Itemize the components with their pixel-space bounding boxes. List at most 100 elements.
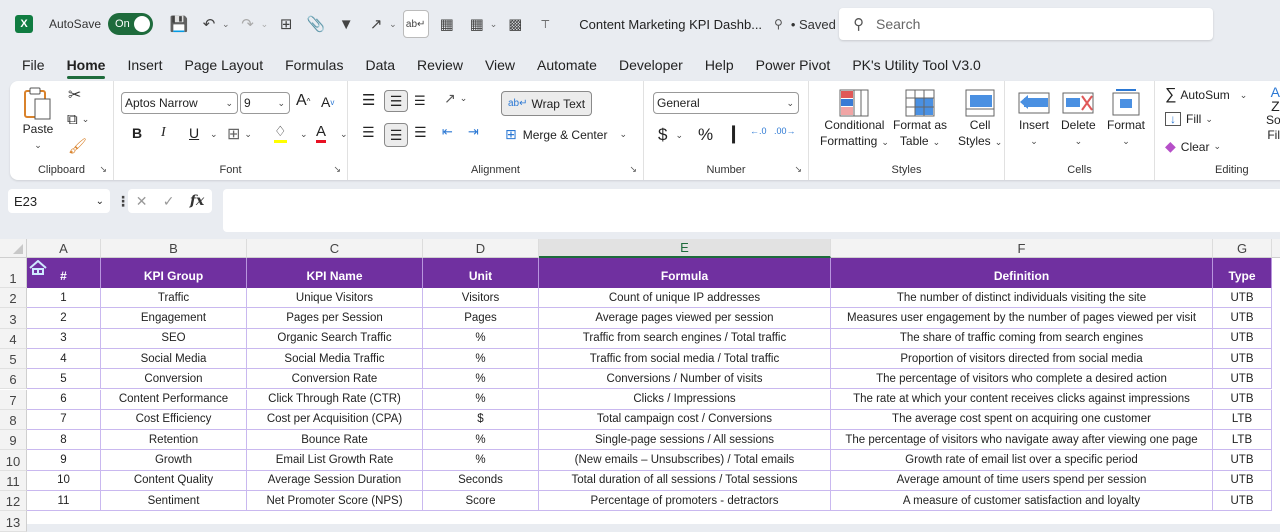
decrease-indent-icon[interactable]: ⇤ bbox=[442, 124, 453, 140]
cell-styles-button[interactable]: Cell Styles ⌄ bbox=[958, 89, 1002, 150]
home-icon[interactable] bbox=[29, 260, 47, 276]
cell-f-7[interactable]: The rate at which your content receives … bbox=[831, 389, 1213, 410]
tab-view[interactable]: View bbox=[485, 50, 515, 80]
tab-power-pivot[interactable]: Power Pivot bbox=[756, 50, 831, 80]
tab-automate[interactable]: Automate bbox=[537, 50, 597, 80]
cell-b-9[interactable]: Retention bbox=[101, 430, 247, 451]
align-right-icon[interactable]: ☰ bbox=[414, 124, 427, 141]
name-box[interactable]: E23 ⌄ bbox=[8, 189, 110, 213]
wrap-text-button[interactable]: ab↵ Wrap Text bbox=[501, 91, 593, 116]
cell-a-3[interactable]: 2 bbox=[27, 308, 101, 329]
cell-g-7[interactable]: UTB bbox=[1213, 389, 1272, 410]
cell-b-6[interactable]: Conversion bbox=[101, 369, 247, 390]
enter-icon[interactable]: ✓ bbox=[163, 193, 175, 210]
tab-pk-utility-tool[interactable]: PK's Utility Tool V3.0 bbox=[852, 50, 980, 80]
calculator-icon[interactable]: ▦ bbox=[465, 12, 489, 36]
number-format-dropdown[interactable]: General ⌄ bbox=[653, 92, 799, 114]
cell-c-6[interactable]: Conversion Rate bbox=[247, 369, 423, 390]
cell-g-6[interactable]: UTB bbox=[1213, 369, 1272, 390]
row-header-3[interactable]: 3 bbox=[0, 308, 27, 329]
cell-a-9[interactable]: 8 bbox=[27, 430, 101, 451]
cell-c-5[interactable]: Social Media Traffic bbox=[247, 348, 423, 370]
cell-d-2[interactable]: Visitors bbox=[423, 288, 539, 309]
paste-dropdown-icon[interactable]: ⌄ bbox=[34, 137, 42, 153]
calculate-now-icon[interactable]: ▩ bbox=[503, 12, 527, 36]
decrease-decimal-button[interactable]: .00→ bbox=[774, 127, 796, 136]
cell-c-10[interactable]: Email List Growth Rate bbox=[247, 450, 423, 471]
cell-g-11[interactable]: UTB bbox=[1213, 470, 1272, 491]
formula-input[interactable] bbox=[223, 189, 1280, 232]
grow-font-button[interactable]: A ^ bbox=[296, 92, 310, 110]
cell-d-12[interactable]: Score bbox=[423, 491, 539, 512]
row-header-10[interactable]: 10 bbox=[0, 450, 27, 471]
borders-button[interactable]: ⊞ ⌄ bbox=[227, 124, 252, 144]
cell-c-12[interactable]: Net Promoter Score (NPS) bbox=[247, 491, 423, 512]
share-icon[interactable]: ↗ bbox=[364, 12, 388, 36]
redo-icon[interactable]: ↷ bbox=[236, 12, 260, 36]
tab-formulas[interactable]: Formulas bbox=[285, 50, 343, 80]
row-header-2[interactable]: 2 bbox=[0, 288, 27, 309]
cell-a-11[interactable]: 10 bbox=[27, 470, 101, 491]
align-middle-icon[interactable]: ☰ bbox=[384, 90, 408, 112]
cell-c-4[interactable]: Organic Search Traffic bbox=[247, 328, 423, 349]
tab-file[interactable]: File bbox=[22, 50, 45, 80]
cell-e-11[interactable]: Total duration of all sessions / Total s… bbox=[539, 470, 831, 491]
cell-f-12[interactable]: A measure of customer satisfaction and l… bbox=[831, 491, 1213, 512]
cell-d-9[interactable]: % bbox=[423, 430, 539, 451]
coauthor-icon[interactable]: ⚲ bbox=[774, 17, 783, 31]
cell-a-4[interactable]: 3 bbox=[27, 328, 101, 349]
undo-icon[interactable]: ↶ bbox=[197, 12, 221, 36]
cell-d-6[interactable]: % bbox=[423, 369, 539, 390]
row-header-4[interactable]: 4 bbox=[0, 328, 27, 349]
bold-button[interactable]: B bbox=[132, 125, 142, 141]
cell-c-7[interactable]: Click Through Rate (CTR) bbox=[247, 389, 423, 410]
sort-filter-button[interactable]: A Z Sor Filt bbox=[1266, 85, 1280, 143]
save-icon[interactable]: 💾 bbox=[167, 12, 191, 36]
column-header-h[interactable] bbox=[1272, 239, 1280, 258]
delete-cells-button[interactable]: Delete ⌄ bbox=[1061, 89, 1096, 149]
column-header-c[interactable]: C bbox=[247, 239, 423, 258]
autosave-toggle[interactable]: On bbox=[108, 13, 154, 35]
cell-a-7[interactable]: 6 bbox=[27, 389, 101, 410]
cell-d-8[interactable]: $ bbox=[423, 409, 539, 431]
table-header-f[interactable]: Definition bbox=[831, 258, 1213, 288]
column-header-b[interactable]: B bbox=[101, 239, 247, 258]
cell-b-5[interactable]: Social Media bbox=[101, 348, 247, 370]
insert-cells-button[interactable]: Insert ⌄ bbox=[1018, 89, 1050, 149]
cell-g-5[interactable]: UTB bbox=[1213, 348, 1272, 370]
row-header-5[interactable]: 5 bbox=[0, 348, 27, 370]
format-as-table-button[interactable]: Format as Table ⌄ bbox=[893, 89, 947, 150]
cell-b-12[interactable]: Sentiment bbox=[101, 491, 247, 512]
align-left-icon[interactable]: ☰ bbox=[362, 124, 375, 141]
pivot-icon[interactable]: ▦ bbox=[435, 12, 459, 36]
share-dropdown-icon[interactable]: ⌄ bbox=[389, 19, 397, 30]
column-header-f[interactable]: F bbox=[831, 239, 1213, 258]
comma-style-icon[interactable]: ❙ bbox=[726, 123, 741, 144]
currency-button[interactable]: $ ⌄ bbox=[658, 125, 683, 145]
italic-button[interactable]: I bbox=[161, 125, 166, 141]
tab-developer[interactable]: Developer bbox=[619, 50, 683, 80]
cell-e-6[interactable]: Conversions / Number of visits bbox=[539, 369, 831, 390]
table-header-b[interactable]: KPI Group bbox=[101, 258, 247, 288]
cell-g-10[interactable]: UTB bbox=[1213, 450, 1272, 471]
cell-e-4[interactable]: Traffic from search engines / Total traf… bbox=[539, 328, 831, 349]
cell-d-10[interactable]: % bbox=[423, 450, 539, 471]
row-header-6[interactable]: 6 bbox=[0, 369, 27, 390]
cell-f-11[interactable]: Average amount of time users spend per s… bbox=[831, 470, 1213, 491]
font-launcher-icon[interactable]: ↘ bbox=[333, 164, 341, 175]
cell-e-2[interactable]: Count of unique IP addresses bbox=[539, 288, 831, 309]
cell-b-10[interactable]: Growth bbox=[101, 450, 247, 471]
calculator-dropdown-icon[interactable]: ⌄ bbox=[490, 19, 498, 30]
cell-c-3[interactable]: Pages per Session bbox=[247, 308, 423, 329]
table-header-e[interactable]: Formula bbox=[539, 258, 831, 288]
font-name-dropdown[interactable]: Aptos Narrow ⌄ bbox=[121, 92, 238, 114]
wrap-text-qa-icon[interactable]: ab↵ bbox=[402, 10, 429, 38]
cell-g-3[interactable]: UTB bbox=[1213, 308, 1272, 329]
column-header-a[interactable]: A bbox=[27, 239, 101, 258]
tab-insert[interactable]: Insert bbox=[127, 50, 162, 80]
spreadsheet-grid[interactable]: A B C D E F G 1 2 3 4 5 6 7 8 9 10 11 12 13 # KPI Group KPI Na… bbox=[0, 239, 1280, 532]
percent-button[interactable]: % bbox=[698, 125, 713, 145]
tab-page-layout[interactable]: Page Layout bbox=[184, 50, 263, 80]
cell-e-9[interactable]: Single-page sessions / All sessions bbox=[539, 430, 831, 451]
merge-center-button[interactable]: ⊞ Merge & Center ⌄ bbox=[505, 126, 627, 143]
